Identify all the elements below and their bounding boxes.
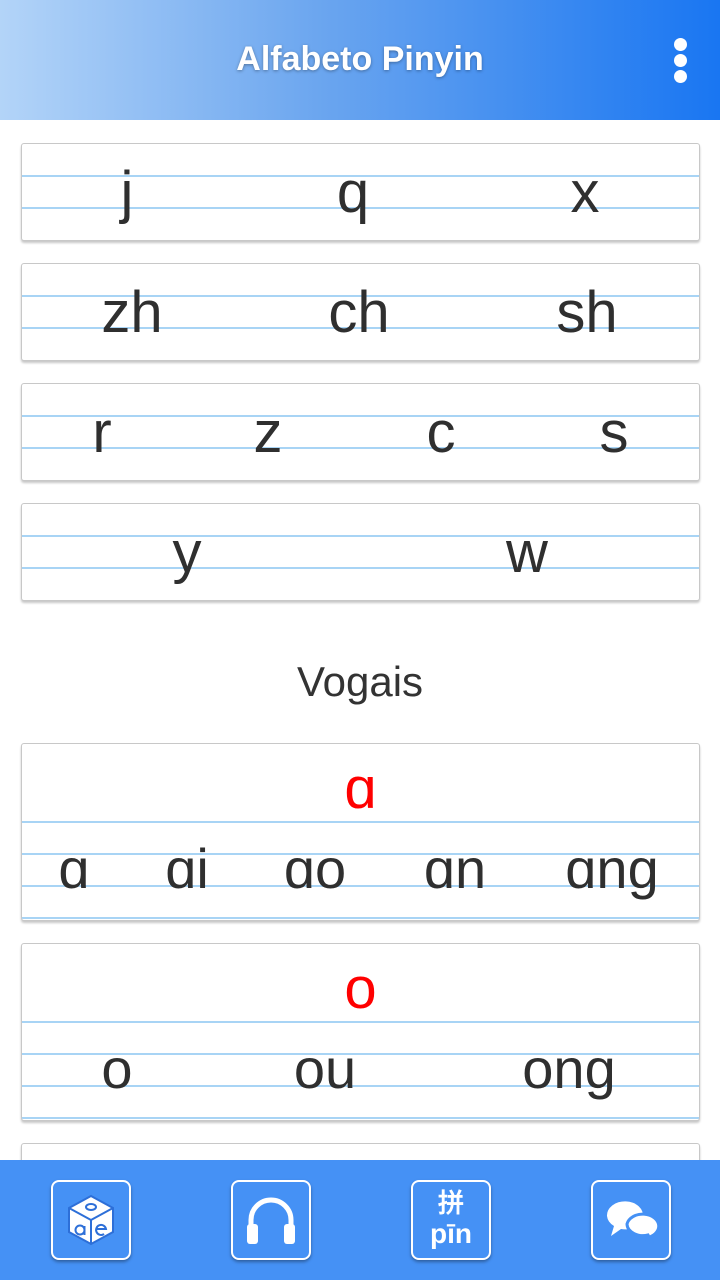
initials-card: r z c s	[21, 383, 700, 481]
vowel-item[interactable]: o	[101, 1041, 132, 1097]
initials-card: y w	[21, 503, 700, 601]
initials-card: j q x	[21, 143, 700, 241]
initial-letter[interactable]: sh	[556, 284, 617, 342]
initial-letter[interactable]: x	[571, 164, 600, 222]
chat-button[interactable]	[591, 1180, 671, 1260]
initial-letter[interactable]: s	[600, 404, 629, 462]
app-header: Alfabeto Pinyin	[0, 0, 720, 120]
pinyin-hanzi: 拼	[437, 1188, 464, 1218]
vowel-heading[interactable]: ɑ	[22, 760, 699, 818]
headphones-icon	[247, 1197, 295, 1244]
vowel-card	[21, 1143, 700, 1160]
vowel-item[interactable]: ong	[522, 1041, 615, 1097]
pinyin-label: pīn	[430, 1218, 472, 1249]
initial-letter[interactable]: y	[173, 524, 202, 582]
vowel-item[interactable]: ou	[294, 1041, 356, 1097]
alphabet-cube-icon	[68, 1194, 114, 1246]
initial-letter[interactable]: c	[427, 404, 456, 462]
vowel-card: ɑ ɑ ɑi ɑo ɑn ɑng	[21, 743, 700, 921]
more-vert-icon[interactable]	[674, 38, 688, 84]
vowel-item[interactable]: ɑo	[284, 841, 346, 897]
vowel-item[interactable]: ɑi	[165, 841, 209, 897]
app-title: Alfabeto Pinyin	[236, 40, 484, 78]
initial-letter[interactable]: zh	[101, 284, 162, 342]
vowel-item[interactable]: ɑn	[424, 841, 486, 897]
initial-letter[interactable]: r	[92, 404, 111, 462]
initials-card: zh ch sh	[21, 263, 700, 361]
initial-letter[interactable]: q	[337, 164, 369, 222]
chat-bubbles-icon	[606, 1201, 661, 1246]
vowel-item[interactable]: ɑ	[58, 841, 89, 897]
initial-letter[interactable]: z	[254, 404, 283, 462]
initial-letter[interactable]: j	[121, 164, 134, 222]
alphabet-cube-button[interactable]	[51, 1180, 131, 1260]
vowel-card: o o ou ong	[21, 943, 700, 1121]
vowel-item[interactable]: ɑng	[565, 841, 658, 897]
content-area[interactable]: j q x zh ch sh r z c s y w Vogais ɑ ɑ ɑi…	[0, 120, 720, 1160]
bottom-nav: 拼 pīn	[0, 1160, 720, 1280]
audio-button[interactable]	[231, 1180, 311, 1260]
initial-letter[interactable]: ch	[328, 284, 389, 342]
pinyin-button[interactable]: 拼 pīn	[411, 1180, 491, 1260]
initial-letter[interactable]: w	[506, 524, 548, 582]
vowel-heading[interactable]: o	[22, 960, 699, 1018]
section-title: Vogais	[296, 658, 424, 705]
